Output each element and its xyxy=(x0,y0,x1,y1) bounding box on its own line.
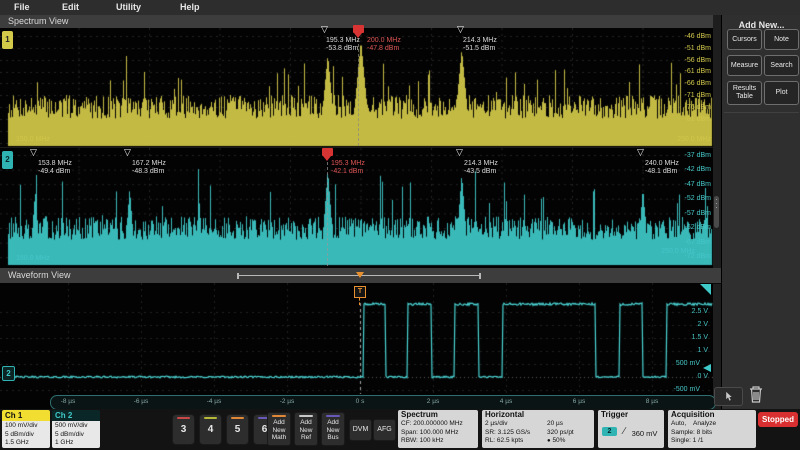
marker-triangle[interactable]: ▽ xyxy=(457,25,464,34)
sp2-marker-label: 167.2 MHz-48.3 dBm xyxy=(132,160,166,176)
plot-divider xyxy=(0,147,713,148)
sp2-marker-label: 240.0 MHz-48.1 dBm xyxy=(645,160,679,176)
trigger-level-value: 360 mV xyxy=(632,429,658,438)
reference-marker[interactable] xyxy=(353,25,364,33)
wf-xlabel: 2 µs xyxy=(421,398,445,405)
trigger-source-chip: 2 xyxy=(602,427,617,436)
menu-utility[interactable]: Utility xyxy=(116,2,141,12)
menu-help[interactable]: Help xyxy=(180,2,200,12)
wf-xlabel: -2 µs xyxy=(275,398,299,405)
reference-marker-line xyxy=(358,39,359,146)
menu-edit[interactable]: Edit xyxy=(62,2,79,12)
panel-divider xyxy=(724,112,799,113)
sp1-marker-label: 195.3 MHz-53.8 dBm xyxy=(326,37,360,53)
ch1-badge[interactable]: Ch 1 100 mV/div5 dBm/div1.5 GHz xyxy=(2,410,50,448)
marker-triangle[interactable]: ▽ xyxy=(30,148,37,157)
measure-button[interactable]: Measure xyxy=(727,55,762,76)
add-new-bus-button[interactable]: Add New Bus xyxy=(321,412,345,446)
reference-marker[interactable] xyxy=(322,148,333,156)
marker-triangle[interactable]: ▽ xyxy=(124,148,131,157)
marker-triangle[interactable]: ▽ xyxy=(637,148,644,157)
search-button[interactable]: Search xyxy=(764,55,799,76)
afg-button[interactable]: AFG xyxy=(373,419,396,441)
acquisition-badge[interactable]: Acquisition Auto, Analyze Sample: 8 bits… xyxy=(668,410,756,448)
cursors-button[interactable]: Cursors xyxy=(727,29,762,50)
waveform-ch2-tag[interactable]: 2 xyxy=(2,366,15,381)
add-new-math-button[interactable]: Add New Math xyxy=(267,412,291,446)
bottom-settings-bar: Ch 1 100 mV/div5 dBm/div1.5 GHz Ch 2 500… xyxy=(0,409,800,450)
ch3-button[interactable]: 3 xyxy=(172,414,195,445)
wf-xlabel: 8 µs xyxy=(640,398,664,405)
trigger-flag[interactable]: T xyxy=(354,286,366,298)
waveform-plot[interactable] xyxy=(0,283,713,394)
horizontal-badge[interactable]: Horizontal 2 µs/div SR: 3.125 GS/s RL: 6… xyxy=(482,410,594,448)
trigger-level-arrow[interactable] xyxy=(703,364,711,372)
ch5-button[interactable]: 5 xyxy=(226,414,249,445)
trigger-flag-tail xyxy=(359,298,360,305)
sp2-marker-label: 153.8 MHz-49.4 dBm xyxy=(38,160,72,176)
trash-icon xyxy=(748,384,764,404)
waveform-handle-icon[interactable] xyxy=(700,284,711,295)
cursor-icon xyxy=(723,391,734,402)
wf-xlabel: -6 µs xyxy=(129,398,153,405)
wf-xlabel: 4 µs xyxy=(494,398,518,405)
wf-xlabel: 6 µs xyxy=(567,398,591,405)
ch2-badge[interactable]: Ch 2 500 mV/div5 dBm/div1 GHz xyxy=(52,410,100,448)
sp1-ref-marker-label: 200.0 MHz-47.8 dBm xyxy=(367,37,401,53)
add-new-ref-button[interactable]: Add New Ref xyxy=(294,412,318,446)
resize-handle[interactable] xyxy=(714,196,719,228)
ch4-button[interactable]: 4 xyxy=(199,414,222,445)
wf-xlabel: 0 s xyxy=(348,398,372,405)
reference-marker-line xyxy=(327,162,328,266)
results-table-button[interactable]: Results Table xyxy=(727,81,762,105)
touch-mode-button[interactable] xyxy=(714,387,743,406)
spectrum-badge[interactable]: Spectrum CF: 200.000000 MHz Span: 100.00… xyxy=(398,410,478,448)
waveform-view-title: Waveform View xyxy=(8,270,71,280)
menu-bar: File Edit Utility Help xyxy=(0,0,800,16)
trash-button[interactable] xyxy=(748,384,764,404)
position-icon: ● xyxy=(547,438,551,444)
oscilloscope-screen: File Edit Utility Help Spectrum View 1 2… xyxy=(0,0,800,450)
wf-xlabel: -8 µs xyxy=(56,398,80,405)
plot-button[interactable]: Plot xyxy=(764,81,799,105)
menu-file[interactable]: File xyxy=(14,2,30,12)
rising-edge-icon: ∕ xyxy=(623,426,625,437)
spectrum-view-title: Spectrum View xyxy=(8,16,68,26)
sp1-marker-label: 214.3 MHz-51.5 dBm xyxy=(463,37,497,53)
sp2-ref-marker-label: 195.3 MHz-42.1 dBm xyxy=(331,160,365,176)
spectrum-ch2-tag[interactable]: 2 xyxy=(2,151,13,169)
spectrum-ch1-tag[interactable]: 1 xyxy=(2,31,13,49)
marker-triangle[interactable]: ▽ xyxy=(321,25,328,34)
trigger-position-arrow-icon[interactable] xyxy=(356,272,364,278)
trigger-badge[interactable]: Trigger 2 ∕ 360 mV xyxy=(598,410,664,448)
wf-xlabel: -4 µs xyxy=(202,398,226,405)
stopped-button[interactable]: Stopped xyxy=(758,412,798,427)
ch1-label: Ch 1 xyxy=(2,410,50,421)
marker-triangle[interactable]: ▽ xyxy=(456,148,463,157)
dvm-button[interactable]: DVM xyxy=(349,419,372,441)
note-button[interactable]: Note xyxy=(764,29,799,50)
right-panel: Add New... Cursors Note Measure Search R… xyxy=(721,15,800,409)
sp2-marker-label: 214.3 MHz-43.5 dBm xyxy=(464,160,498,176)
ch2-label: Ch 2 xyxy=(52,410,100,421)
